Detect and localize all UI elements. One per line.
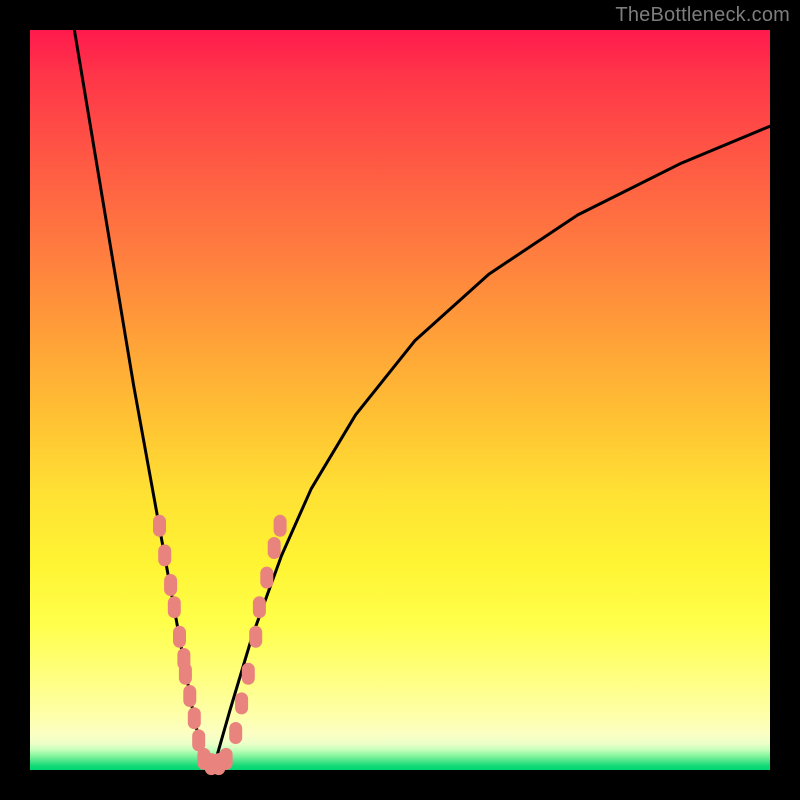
datapoint-marker	[249, 626, 262, 648]
datapoint-marker	[220, 748, 233, 770]
datapoint-marker	[179, 663, 192, 685]
markers-layer	[153, 515, 287, 775]
datapoint-marker	[235, 692, 248, 714]
chart-stage: TheBottleneck.com	[0, 0, 800, 800]
datapoint-marker	[268, 537, 281, 559]
curve-right-branch	[215, 126, 770, 762]
datapoint-marker	[274, 515, 287, 537]
datapoint-marker	[253, 596, 266, 618]
datapoint-marker	[260, 567, 273, 589]
datapoint-marker	[153, 515, 166, 537]
datapoint-marker	[188, 707, 201, 729]
chart-overlay	[0, 0, 800, 800]
datapoint-marker	[183, 685, 196, 707]
datapoint-marker	[242, 663, 255, 685]
datapoint-marker	[229, 722, 242, 744]
datapoint-marker	[168, 596, 181, 618]
datapoint-marker	[158, 544, 171, 566]
datapoint-marker	[173, 626, 186, 648]
datapoint-marker	[164, 574, 177, 596]
